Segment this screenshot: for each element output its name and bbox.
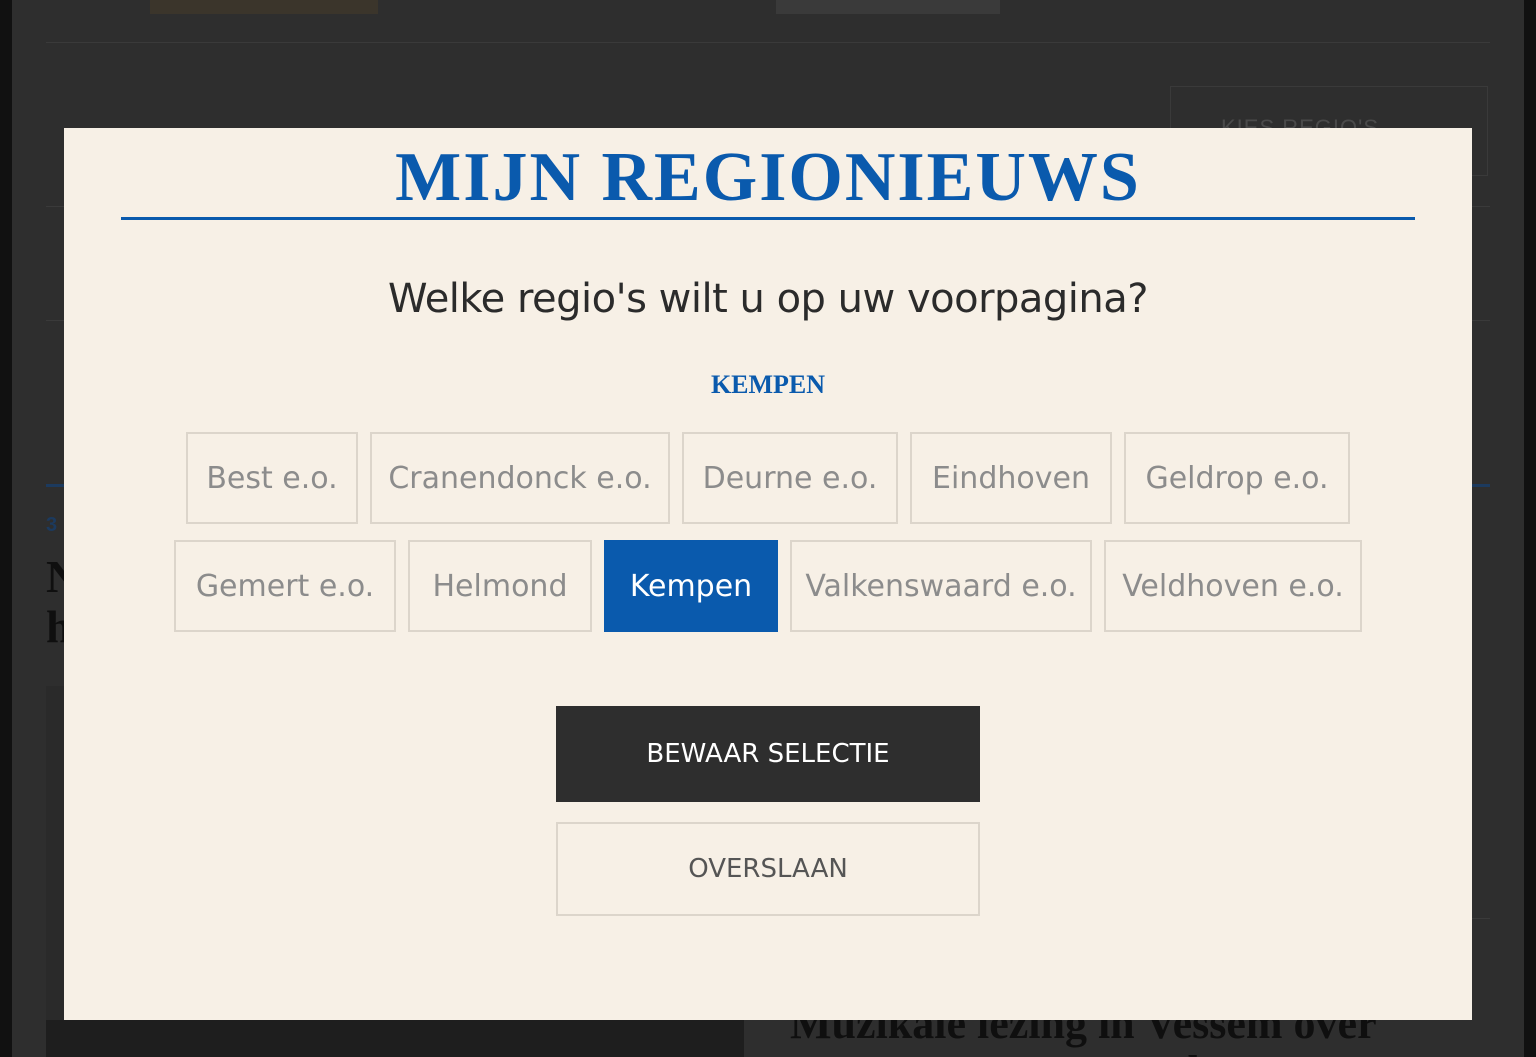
region-button-label: Eindhoven [932, 460, 1090, 496]
region-button-label: Kempen [629, 568, 753, 604]
modal-title: MIJN REGIONIEUWS [395, 139, 1141, 216]
region-button-veldhoven[interactable]: Veldhoven e.o. [1104, 540, 1362, 632]
selected-regions-summary: KEMPEN [710, 370, 826, 399]
region-button-geldrop[interactable]: Geldrop e.o. [1124, 432, 1350, 524]
background-thumbnail [150, 0, 378, 14]
skip-button[interactable]: OVERSLAAN [556, 822, 980, 916]
region-button-label: Best e.o. [206, 460, 338, 496]
save-selection-button[interactable]: BEWAAR SELECTIE [556, 706, 980, 802]
background-article-date: 3 [46, 514, 58, 536]
region-button-label: Cranendonck e.o. [388, 460, 652, 496]
region-button-kempen[interactable]: Kempen [604, 540, 778, 632]
region-button-label: Gemert e.o. [195, 568, 375, 604]
region-button-gemert[interactable]: Gemert e.o. [174, 540, 396, 632]
region-button-helmond[interactable]: Helmond [408, 540, 592, 632]
region-button-label: Geldrop e.o. [1145, 460, 1329, 496]
region-button-label: Deurne e.o. [702, 460, 878, 496]
title-divider [121, 217, 1415, 220]
region-button-label: Valkenswaard e.o. [805, 568, 1077, 604]
background-thumbnail [776, 0, 1000, 14]
region-button-label: Veldhoven e.o. [1122, 568, 1344, 604]
background-article-photo-detail [46, 1020, 744, 1057]
region-button-cranendonck[interactable]: Cranendonck e.o. [370, 432, 670, 524]
region-button-eindhoven[interactable]: Eindhoven [910, 432, 1112, 524]
region-button-label: Helmond [432, 568, 568, 604]
region-button-best[interactable]: Best e.o. [186, 432, 358, 524]
region-button-valkenswaard[interactable]: Valkenswaard e.o. [790, 540, 1092, 632]
region-selection-modal: MIJN REGIONIEUWS Welke regio's wilt u op… [64, 128, 1472, 1020]
region-question: Welke regio's wilt u op uw voorpagina? [387, 276, 1149, 322]
background-divider [46, 42, 1490, 43]
region-button-deurne[interactable]: Deurne e.o. [682, 432, 898, 524]
